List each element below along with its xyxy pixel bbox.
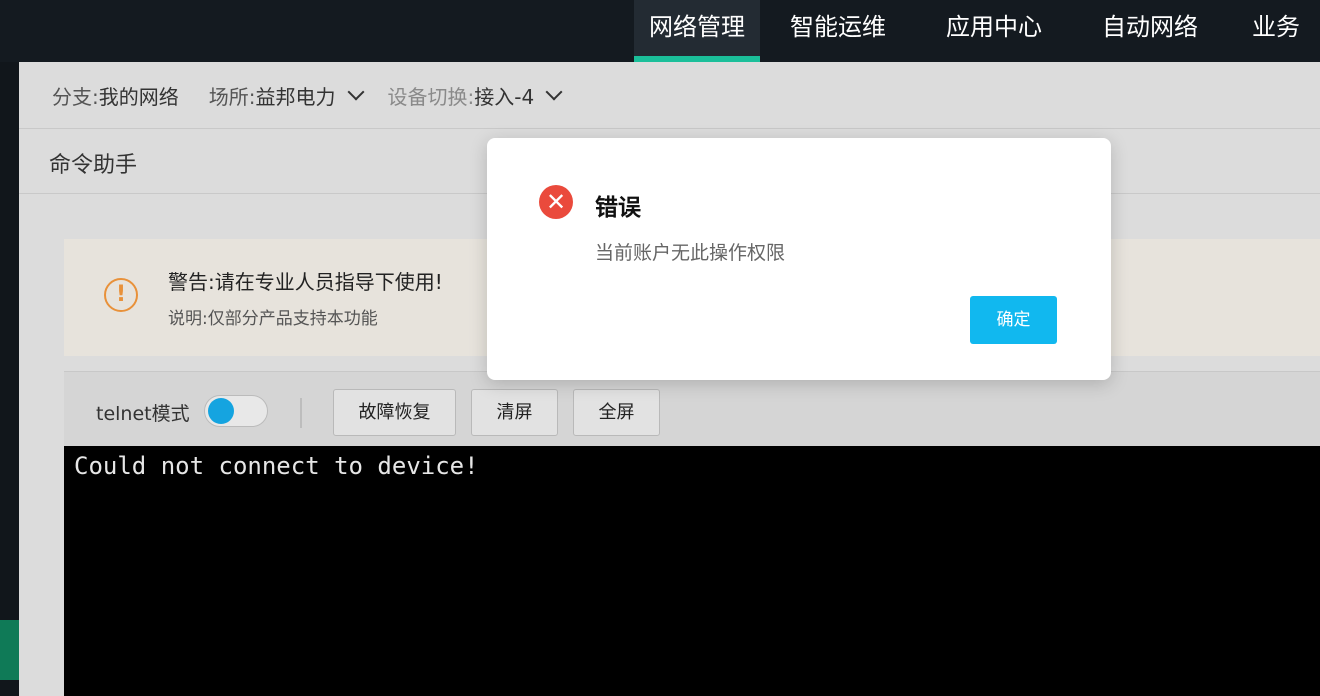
site-selector[interactable]: 益邦电力	[256, 81, 336, 110]
error-circle-icon: ✕	[539, 185, 573, 219]
toggle-knob	[208, 398, 234, 424]
page-title: 命令助手	[49, 153, 138, 178]
breadcrumb: 分支: 我的网络 场所: 益邦电力 设备切换: 接入-4	[19, 62, 1320, 129]
top-navigation-bar: 网络管理 智能运维 应用中心 自动网络 业务	[0, 0, 1320, 62]
terminal-console[interactable]: Could not connect to device!	[64, 446, 1320, 696]
exclamation-circle-icon: !	[104, 278, 138, 312]
device-selector[interactable]: 接入-4	[474, 81, 534, 110]
fullscreen-button[interactable]: 全屏	[573, 389, 660, 436]
warning-description: 说明:仅部分产品支持本功能	[168, 309, 378, 329]
terminal-output: Could not connect to device!	[74, 452, 479, 480]
terminal-toolbar: telnet模式 故障恢复 清屏 全屏	[64, 371, 1320, 447]
warning-title: 警告:请在专业人员指导下使用!	[168, 270, 443, 294]
nav-item-smart-ops[interactable]: 智能运维	[760, 0, 916, 62]
device-switch-label: 设备切换:	[387, 84, 475, 109]
divider	[300, 398, 302, 428]
nav-item-auto-network[interactable]: 自动网络	[1072, 0, 1228, 62]
branch-label: 分支:	[52, 84, 99, 109]
site-label: 场所:	[208, 84, 256, 109]
fault-recovery-button[interactable]: 故障恢复	[333, 389, 456, 436]
main-nav: 网络管理 智能运维 应用中心 自动网络 业务	[634, 0, 1318, 62]
error-dialog: ✕ 错误 当前账户无此操作权限 确定	[487, 138, 1111, 380]
clear-screen-button[interactable]: 清屏	[471, 389, 558, 436]
telnet-mode-toggle[interactable]	[204, 395, 268, 427]
nav-item-business[interactable]: 业务	[1228, 0, 1318, 62]
nav-item-network-management[interactable]: 网络管理	[634, 0, 760, 62]
sidebar	[0, 62, 19, 696]
sidebar-active-indicator	[0, 620, 19, 680]
dialog-message: 当前账户无此操作权限	[595, 242, 786, 264]
nav-item-app-center[interactable]: 应用中心	[916, 0, 1072, 62]
chevron-down-icon[interactable]	[347, 83, 364, 101]
dialog-title: 错误	[595, 195, 641, 221]
branch-value: 我的网络	[98, 84, 179, 109]
telnet-mode-label: telnet模式	[96, 403, 190, 425]
confirm-button[interactable]: 确定	[970, 296, 1057, 344]
chevron-down-icon[interactable]	[545, 83, 563, 101]
